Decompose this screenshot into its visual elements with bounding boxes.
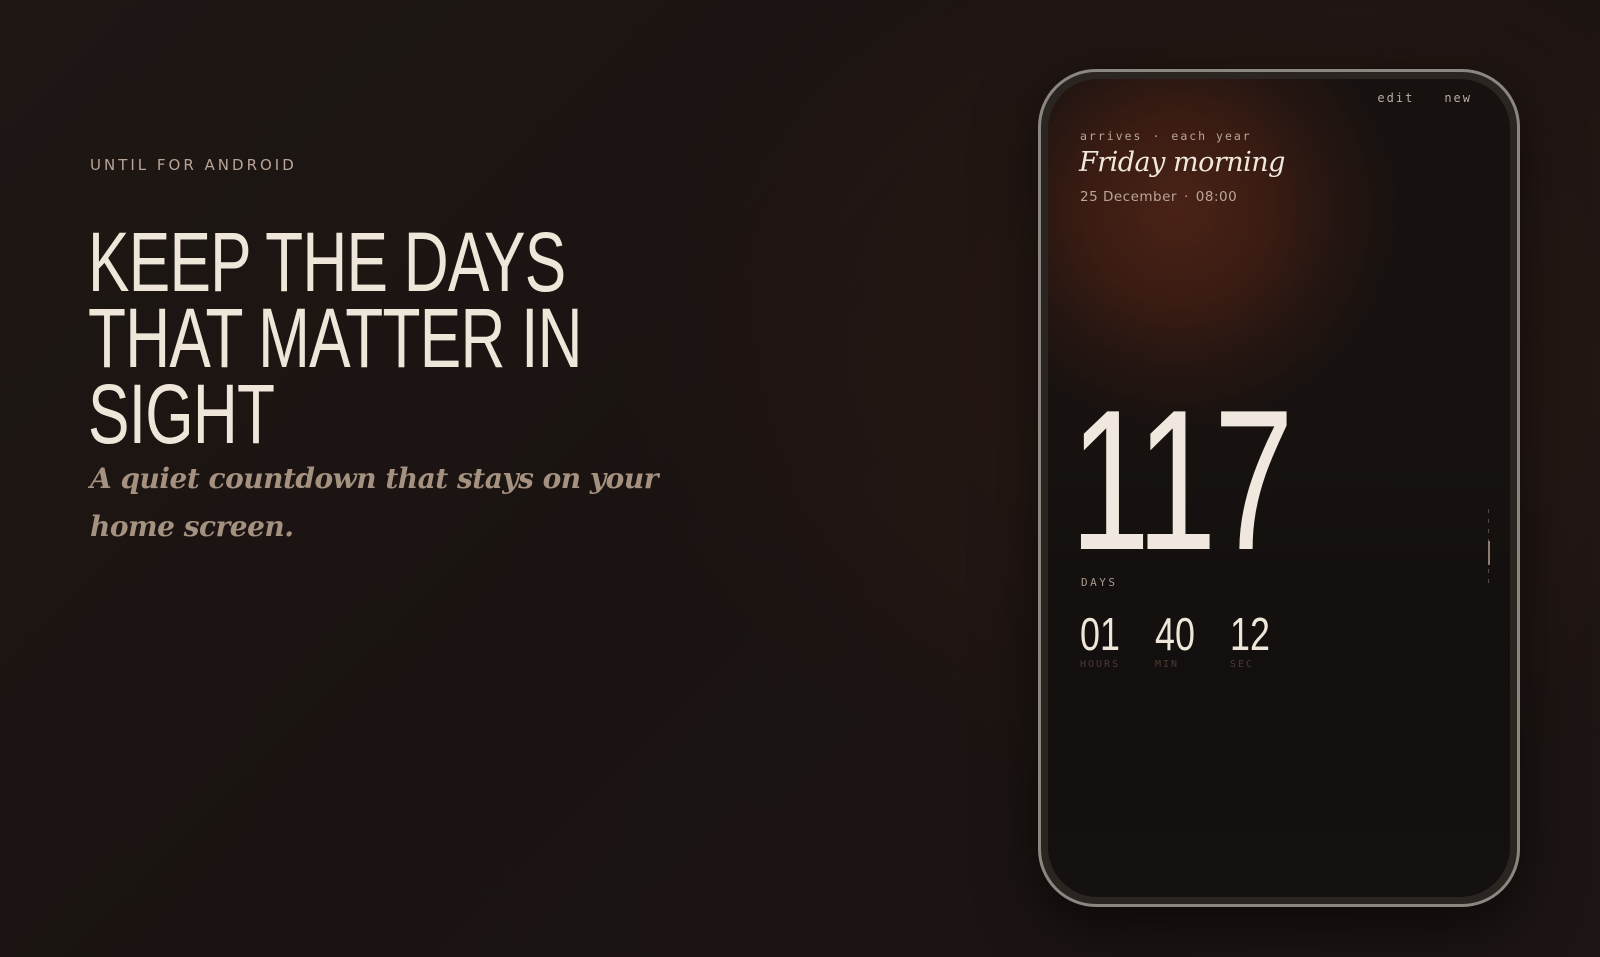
meta-separator: · bbox=[1152, 129, 1162, 143]
hours-unit: 01 HOURS bbox=[1080, 611, 1155, 670]
date-separator: · bbox=[1183, 189, 1189, 205]
arrives-label: arrives bbox=[1080, 129, 1143, 143]
headline-line-2: THAT MATTER IN bbox=[88, 291, 583, 385]
phone-screen: edit new arrives · each year Friday mornin… bbox=[1048, 79, 1510, 897]
hero-headline: KEEP THE DAYS THAT MATTER IN SIGHT bbox=[88, 215, 583, 461]
new-button[interactable]: new bbox=[1444, 91, 1472, 105]
headline-line-1: KEEP THE DAYS bbox=[88, 215, 566, 309]
seconds-unit: 12 SEC bbox=[1230, 611, 1305, 670]
phone-top-actions: edit new bbox=[1377, 91, 1472, 105]
event-meta: arrives · each year bbox=[1080, 129, 1252, 143]
hours-label: HOURS bbox=[1080, 659, 1121, 670]
time-units: 01 HOURS 40 MIN 12 SEC bbox=[1080, 611, 1305, 670]
hero-subhead: A quiet countdown that stays on your hom… bbox=[90, 462, 658, 543]
days-count: 117 bbox=[1070, 369, 1294, 592]
minutes-label: MIN bbox=[1155, 659, 1180, 670]
hours-value: 01 bbox=[1080, 608, 1120, 660]
phone-mockup: edit new arrives · each year Friday mornin… bbox=[1038, 69, 1520, 907]
event-time: 08:00 bbox=[1195, 189, 1238, 205]
minutes-unit: 40 MIN bbox=[1155, 611, 1230, 670]
event-date: 25 December bbox=[1080, 189, 1177, 205]
minutes-value: 40 bbox=[1155, 608, 1195, 660]
repeat-label: each year bbox=[1171, 129, 1252, 143]
scroll-indicator[interactable] bbox=[1488, 509, 1490, 589]
days-label: DAYS bbox=[1081, 576, 1118, 589]
seconds-value: 12 bbox=[1230, 608, 1270, 660]
scroll-thumb[interactable] bbox=[1488, 541, 1490, 565]
edit-button[interactable]: edit bbox=[1377, 91, 1414, 105]
headline-line-3: SIGHT bbox=[88, 367, 275, 461]
event-datetime: 25 December · 08:00 bbox=[1080, 189, 1237, 205]
eyebrow-label: UNTIL FOR ANDROID bbox=[90, 156, 297, 174]
event-title: Friday morning bbox=[1079, 147, 1285, 178]
seconds-label: SEC bbox=[1230, 659, 1255, 670]
